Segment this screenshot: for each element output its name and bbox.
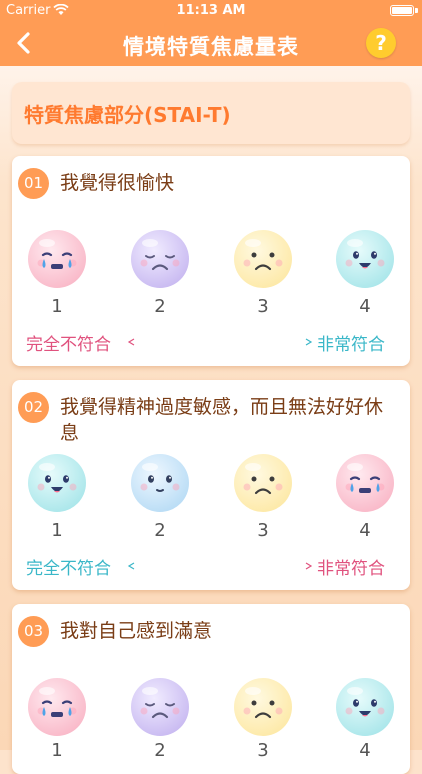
question-text: 我對自己感到滿意 bbox=[60, 620, 213, 642]
clock: 11:13 AM bbox=[176, 3, 246, 18]
option-3-label: 3 bbox=[257, 296, 269, 317]
question-text: 我覺得很愉快 bbox=[60, 172, 175, 194]
frown-yellow-face-icon[interactable] bbox=[232, 452, 294, 514]
scale-arrow-icon bbox=[127, 338, 313, 346]
sad-purple-face-icon[interactable] bbox=[129, 676, 191, 738]
option-4-label: 4 bbox=[359, 520, 371, 541]
option-1-label: 1 bbox=[51, 520, 63, 541]
battery-tip bbox=[415, 8, 418, 13]
crying-pink-face-icon[interactable] bbox=[26, 228, 88, 290]
scale-left-label: 完全不符合 bbox=[26, 335, 111, 355]
option-2-label: 2 bbox=[154, 740, 166, 761]
question-number: 02 bbox=[18, 392, 49, 423]
happy-teal-face-icon[interactable] bbox=[26, 452, 88, 514]
question-card-03: 03 我對自己感到滿意 1 2 3 4 bbox=[12, 604, 410, 774]
option-1-label: 1 bbox=[51, 740, 63, 761]
option-4-label: 4 bbox=[359, 740, 371, 761]
calm-blue-face-icon[interactable] bbox=[129, 452, 191, 514]
sad-purple-face-icon[interactable] bbox=[129, 228, 191, 290]
section-title: 特質焦慮部分(STAI-T) bbox=[24, 103, 231, 127]
scale-right-label: 非常符合 bbox=[317, 559, 385, 579]
navigation-bar: 情境特質焦慮量表 ? bbox=[0, 22, 422, 66]
option-3-label: 3 bbox=[257, 740, 269, 761]
option-3-label: 3 bbox=[257, 520, 269, 541]
questionnaire-content[interactable]: 特質焦慮部分(STAI-T) 01 我覺得很愉快 1 2 3 4 完全不符合 非… bbox=[0, 66, 422, 774]
scale-arrow-icon bbox=[127, 562, 313, 570]
happy-teal-face-icon[interactable] bbox=[334, 676, 396, 738]
option-4-label: 4 bbox=[359, 296, 371, 317]
status-bar: Carrier 11:13 AM bbox=[0, 0, 422, 22]
frown-yellow-face-icon[interactable] bbox=[232, 676, 294, 738]
frown-yellow-face-icon[interactable] bbox=[232, 228, 294, 290]
crying-pink-face-icon[interactable] bbox=[26, 676, 88, 738]
option-2-label: 2 bbox=[154, 296, 166, 317]
scale-right-label: 非常符合 bbox=[317, 335, 385, 355]
page-title: 情境特質焦慮量表 bbox=[123, 35, 299, 59]
scale-left-label: 完全不符合 bbox=[26, 559, 111, 579]
option-1-label: 1 bbox=[51, 296, 63, 317]
help-button[interactable]: ? bbox=[366, 28, 396, 58]
section-header: 特質焦慮部分(STAI-T) bbox=[12, 82, 410, 144]
question-number: 01 bbox=[18, 168, 49, 199]
question-number: 03 bbox=[18, 616, 49, 647]
happy-teal-face-icon[interactable] bbox=[334, 228, 396, 290]
question-text: 我覺得精神過度敏感，而且無法好好休息 bbox=[60, 396, 384, 444]
option-2-label: 2 bbox=[154, 520, 166, 541]
question-card-01: 01 我覺得很愉快 1 2 3 4 完全不符合 非常符合 bbox=[12, 156, 410, 366]
crying-pink-face-icon[interactable] bbox=[334, 452, 396, 514]
battery-icon bbox=[390, 5, 414, 16]
question-card-02: 02 我覺得精神過度敏感，而且無法好好休息 1 2 3 4 完全不符合 非常符合 bbox=[12, 380, 410, 590]
